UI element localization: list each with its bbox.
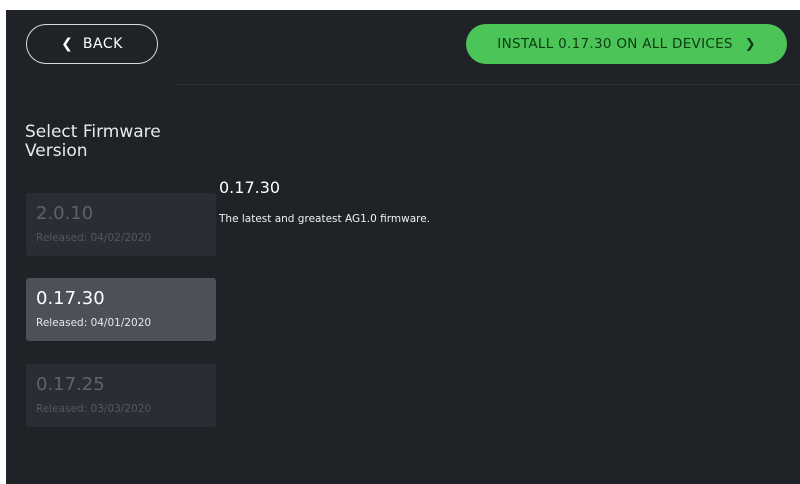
version-card-0-17-25[interactable]: 0.17.25 Released: 03/03/2020 xyxy=(26,364,216,427)
install-all-devices-button[interactable]: INSTALL 0.17.30 ON ALL DEVICES ❯ xyxy=(466,24,787,64)
version-number: 0.17.25 xyxy=(36,374,105,395)
release-date: Released: 04/01/2020 xyxy=(36,317,152,329)
version-number: 2.0.10 xyxy=(36,203,94,224)
header-divider xyxy=(174,84,800,85)
version-card-2-0-10[interactable]: 2.0.10 Released: 04/02/2020 xyxy=(26,193,216,256)
release-date: Released: 03/03/2020 xyxy=(36,403,152,415)
chevron-left-icon: ❮ xyxy=(61,36,73,52)
detail-version-title: 0.17.30 xyxy=(219,178,281,197)
chevron-right-icon: ❯ xyxy=(744,36,756,52)
back-button-label: BACK xyxy=(82,36,123,52)
back-button[interactable]: ❮ BACK xyxy=(26,24,158,64)
detail-description: The latest and greatest AG1.0 firmware. xyxy=(219,213,431,225)
release-date: Released: 04/02/2020 xyxy=(36,232,152,244)
firmware-screen: ❮ BACK INSTALL 0.17.30 ON ALL DEVICES ❯ … xyxy=(6,10,800,484)
version-number: 0.17.30 xyxy=(36,288,105,309)
install-button-label: INSTALL 0.17.30 ON ALL DEVICES xyxy=(497,36,733,52)
version-card-0-17-30[interactable]: 0.17.30 Released: 04/01/2020 xyxy=(26,278,216,341)
select-firmware-title: Select Firmware Version xyxy=(25,122,161,161)
